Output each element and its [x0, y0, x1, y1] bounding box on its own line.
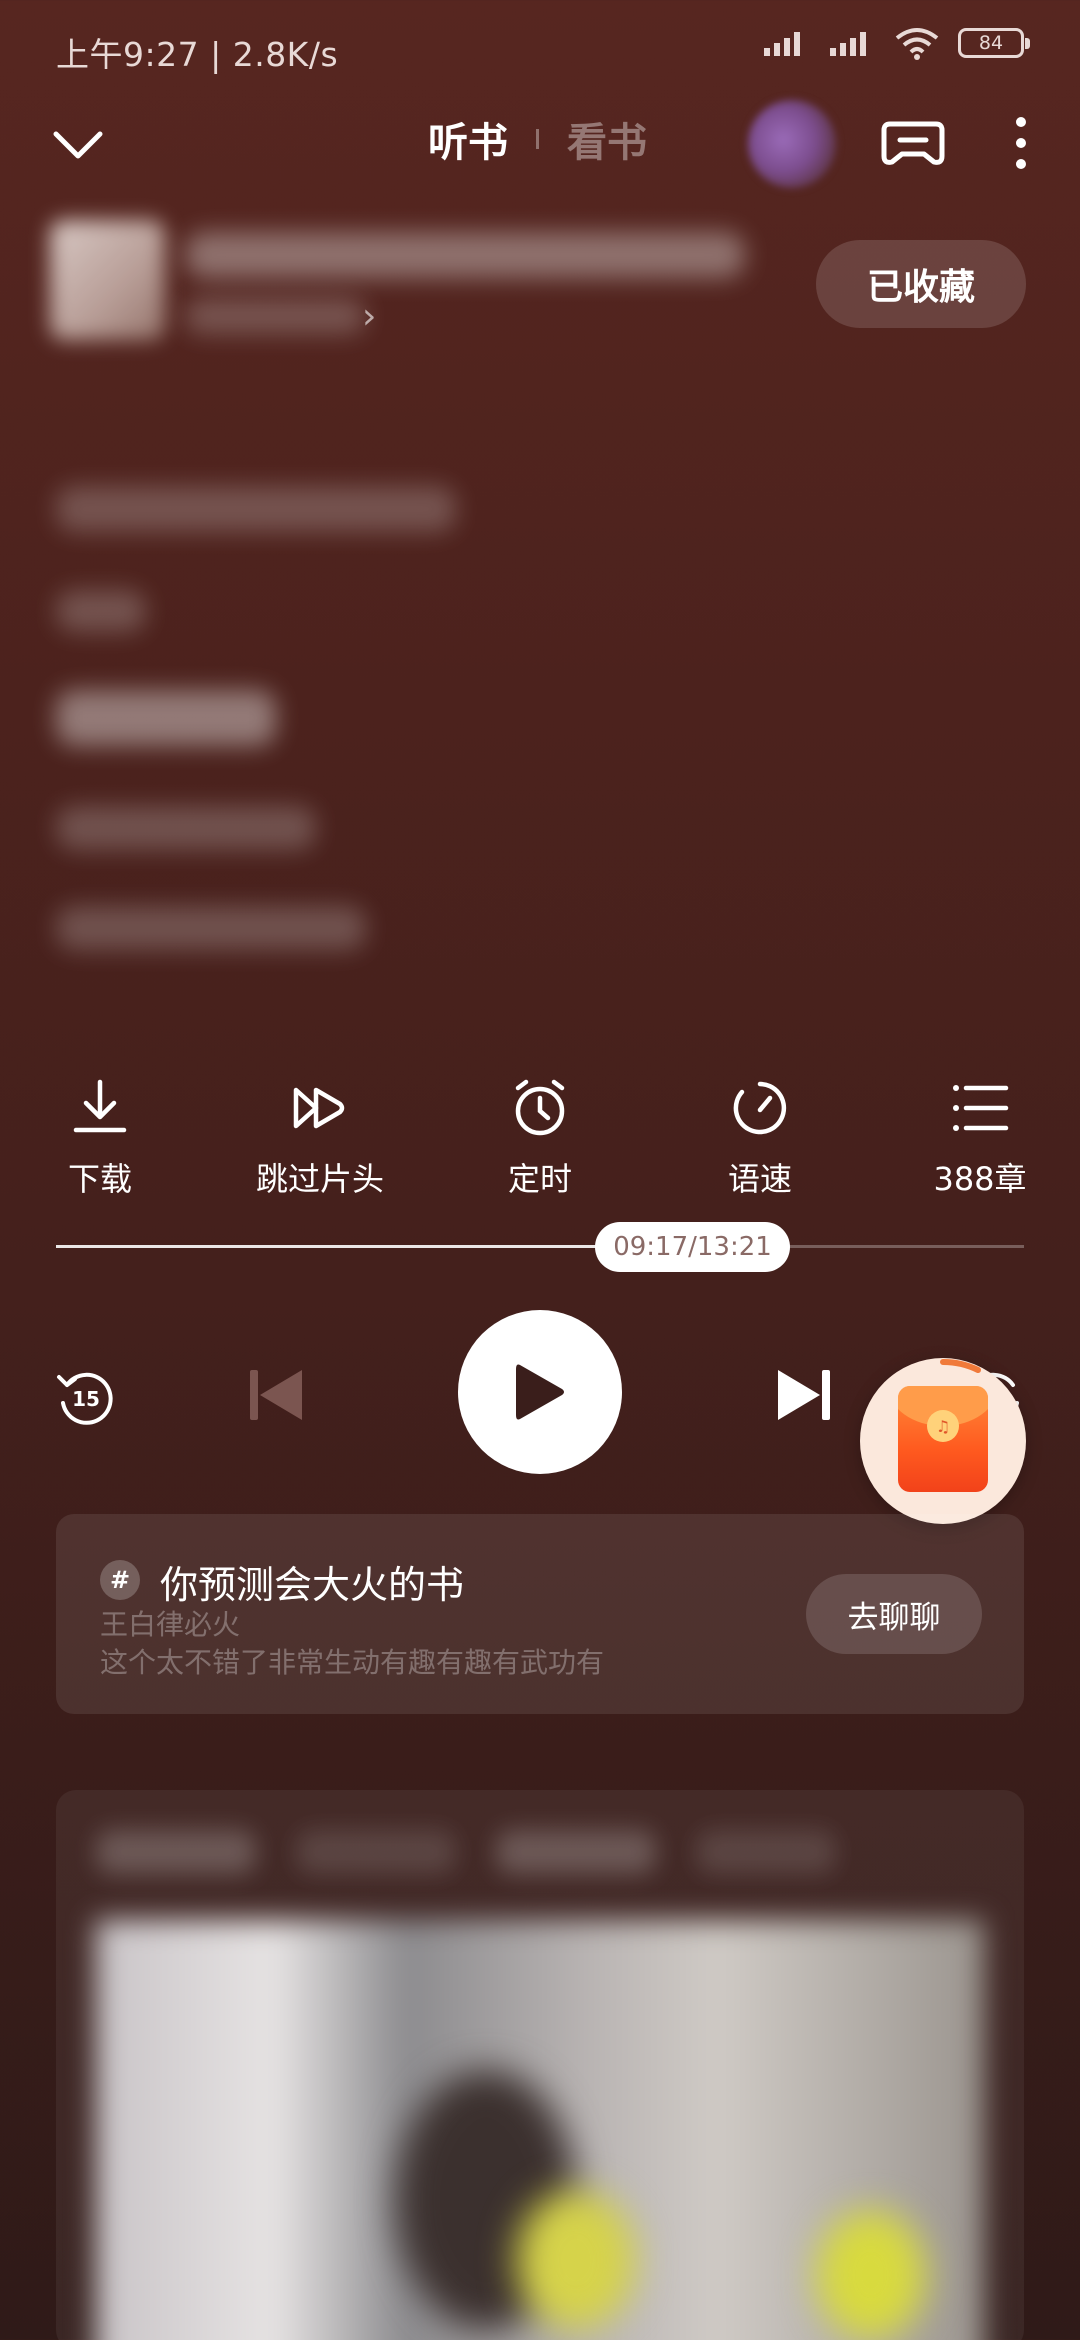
next-icon [778, 1370, 830, 1420]
skip-intro-button[interactable]: 跳过片头 [230, 1076, 410, 1200]
book-title-blurred [185, 232, 745, 278]
feed-image-detail [516, 2190, 636, 2330]
top-navigation: 听书 看书 [0, 100, 1080, 190]
rewind-15-icon: 15 [57, 1372, 113, 1425]
status-time: 上午9:27 | 2.8K/s [56, 35, 339, 74]
tab-divider [536, 129, 539, 149]
chapter-text-blurred [56, 690, 276, 746]
tab-read[interactable]: 看书 [567, 110, 647, 168]
download-button[interactable]: 下载 [10, 1076, 190, 1200]
progress-bar[interactable] [56, 1245, 1024, 1248]
next-button[interactable] [770, 1360, 840, 1430]
red-packet-button[interactable]: ♫ [860, 1358, 1026, 1524]
speed-button[interactable]: 语速 [670, 1076, 850, 1200]
red-packet-icon: ♫ [898, 1386, 988, 1492]
feed-text-blurred [296, 1830, 456, 1874]
gamepad-icon[interactable] [880, 110, 946, 176]
feed-image-detail [816, 2210, 926, 2340]
chapter-text-blurred [56, 806, 316, 850]
rewind-15-button[interactable]: 15 [50, 1362, 120, 1432]
list-icon [953, 1085, 1009, 1131]
chapter-text-blurred [56, 486, 456, 532]
feed-text-blurred [496, 1830, 656, 1874]
progress-time[interactable]: 09:17/13:21 [595, 1222, 790, 1272]
topic-comment: 王白律必火 [100, 1608, 241, 1641]
signal-icon [764, 32, 800, 56]
mode-tabs: 听书 看书 [428, 110, 647, 168]
previous-button[interactable] [240, 1360, 310, 1430]
topic-card[interactable]: # 你预测会大火的书 王白律必火 这个太不错了非常生动有趣有趣有武功有 去聊聊 [56, 1514, 1024, 1714]
avatar[interactable] [748, 100, 836, 188]
signal-icon-2 [830, 32, 866, 56]
player-toolbar: 下载 跳过片头 定时 语速 388章 [0, 1076, 1080, 1206]
more-vertical-icon[interactable] [1000, 110, 1042, 176]
chat-button[interactable]: 去聊聊 [806, 1574, 982, 1654]
play-icon [516, 1364, 564, 1420]
book-author-blurred [185, 298, 365, 334]
alarm-clock-icon [515, 1079, 565, 1136]
chapters-label: 388章 [933, 1160, 1027, 1198]
topic-comment: 这个太不错了非常生动有趣有趣有武功有 [100, 1646, 605, 1679]
collect-button[interactable]: 已收藏 [816, 240, 1026, 328]
chevron-down-icon[interactable] [50, 118, 106, 174]
speed-gauge-icon [733, 1081, 787, 1135]
skip-forward-icon [293, 1087, 345, 1129]
timer-label: 定时 [507, 1160, 572, 1198]
chapter-text-blurred [56, 906, 366, 950]
battery-indicator: 84 [958, 28, 1030, 58]
recommendation-card[interactable] [56, 1790, 1024, 2340]
download-icon [73, 1079, 127, 1133]
download-label: 下载 [67, 1160, 132, 1198]
status-icons: 84 [762, 26, 1030, 60]
feed-text-blurred [96, 1830, 256, 1874]
previous-icon [250, 1370, 302, 1420]
speed-label: 语速 [727, 1160, 792, 1198]
wifi-icon [895, 28, 939, 60]
play-button[interactable] [458, 1310, 622, 1474]
topic-comments: 王白律必火 这个太不错了非常生动有趣有趣有武功有 [100, 1606, 800, 1682]
chevron-right-icon[interactable]: › [362, 296, 376, 337]
topic-title: 你预测会大火的书 [160, 1563, 465, 1607]
book-cover[interactable] [50, 220, 165, 340]
chapter-text-blurred [56, 590, 146, 632]
timer-button[interactable]: 定时 [450, 1076, 630, 1200]
hash-icon: # [100, 1560, 140, 1600]
skip-intro-label: 跳过片头 [255, 1160, 384, 1198]
tab-listen[interactable]: 听书 [428, 110, 508, 168]
chapters-button[interactable]: 388章 [890, 1076, 1070, 1200]
feed-text-blurred [696, 1830, 836, 1874]
rewind-seconds: 15 [72, 1387, 100, 1411]
